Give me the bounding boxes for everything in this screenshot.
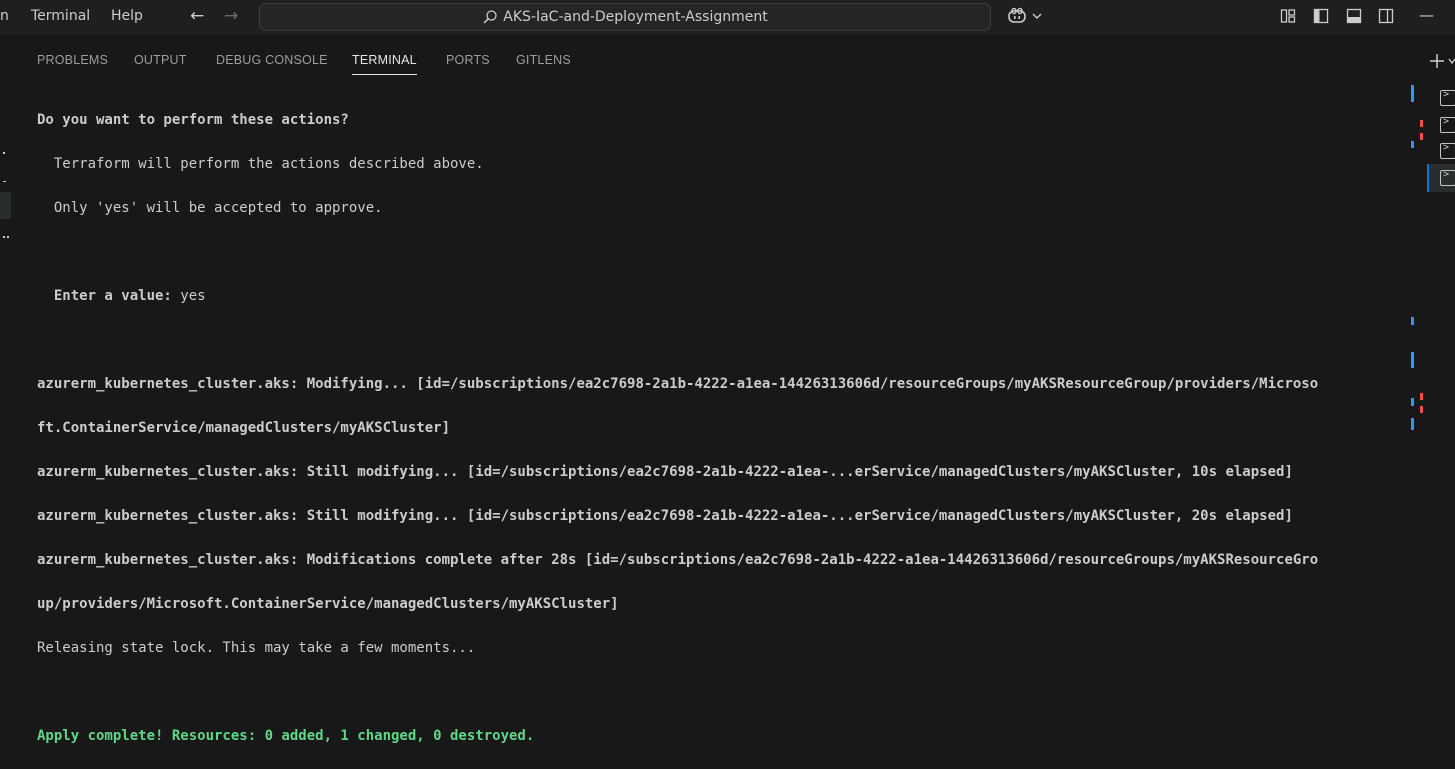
arrow-right-icon[interactable]: → [224,6,238,26]
terminal-icon: > [1440,169,1455,186]
scroll-marker [1411,317,1414,325]
copilot-icon[interactable] [1007,7,1027,25]
output-line: ft.ContainerService/managedClusters/myAK… [37,420,451,436]
tab-gitlens[interactable]: GITLENS [516,53,571,67]
output-line: azurerm_kubernetes_cluster.aks: Modifyin… [37,376,1319,392]
scroll-marker [1411,418,1414,430]
tab-terminal[interactable]: TERMINAL [352,53,417,75]
enter-value-input: yes [171,288,206,304]
chevron-down-icon[interactable] [1448,57,1455,65]
plus-icon[interactable] [1428,52,1446,70]
enter-value-line: Enter a value: yes [37,285,1412,307]
scroll-marker [1420,133,1423,140]
left-ellipsis-fragment [3,236,9,240]
scroll-marker [1420,393,1423,400]
terminal-icon[interactable]: > [1440,89,1455,106]
prompt-line: Only 'yes' will be accepted to approve. [37,200,383,216]
terminal-icon[interactable]: > [1440,116,1455,133]
scroll-marker [1420,120,1423,127]
left-dot-fragment [3,152,5,154]
terminal-icon[interactable]: > [1440,142,1455,159]
prompt-question: Do you want to perform these actions? [37,112,349,128]
arrow-left-icon[interactable]: ← [190,6,204,26]
search-text: AKS-IaC-and-Deployment-Assignment [503,9,768,25]
toggle-panel-icon[interactable] [1346,8,1362,24]
output-line: Releasing state lock. This may take a fe… [37,640,476,656]
minimize-icon[interactable]: — [1419,6,1434,24]
scroll-marker [1411,398,1414,406]
output-line: azurerm_kubernetes_cluster.aks: Still mo… [37,464,1293,480]
scroll-marker [1420,406,1423,413]
scroll-marker [1411,141,1414,148]
apply-complete-line: Apply complete! Resources: 0 added, 1 ch… [37,728,535,744]
tab-output[interactable]: OUTPUT [134,53,187,67]
output-line: up/providers/Microsoft.ContainerService/… [37,596,619,612]
scroll-marker [1411,352,1414,368]
terminal-output[interactable]: Do you want to perform these actions? Te… [37,87,1412,769]
tab-ports[interactable]: PORTS [446,53,490,67]
customize-layout-icon[interactable] [1280,8,1296,24]
chevron-down-icon[interactable] [1031,10,1043,22]
title-bar: n Terminal Help ← → AKS-IaC-and-Deployme… [0,0,1455,35]
left-selection-fragment [0,192,11,219]
tab-debug-console[interactable]: DEBUG CONSOLE [216,53,328,67]
terminal-scrollbar[interactable] [1408,80,1426,430]
search-icon [483,10,497,24]
left-dash-fragment [3,181,6,182]
command-center-search[interactable]: AKS-IaC-and-Deployment-Assignment [259,3,991,31]
tab-problems[interactable]: PROBLEMS [37,53,108,67]
scroll-marker [1411,85,1414,102]
enter-value-label: Enter a value: [37,288,172,304]
output-line: azurerm_kubernetes_cluster.aks: Still mo… [37,508,1293,524]
menu-item-terminal[interactable]: Terminal [31,8,90,24]
left-edge-strip [0,35,12,430]
toggle-secondary-sidebar-icon[interactable] [1378,8,1394,24]
prompt-line: Terraform will perform the actions descr… [37,156,484,172]
menu-item-partial[interactable]: n [0,8,9,24]
menu-item-help[interactable]: Help [111,8,143,24]
toggle-primary-sidebar-icon[interactable] [1313,8,1329,24]
output-line: azurerm_kubernetes_cluster.aks: Modifica… [37,552,1319,568]
terminal-instance-selected[interactable]: > [1427,164,1455,192]
